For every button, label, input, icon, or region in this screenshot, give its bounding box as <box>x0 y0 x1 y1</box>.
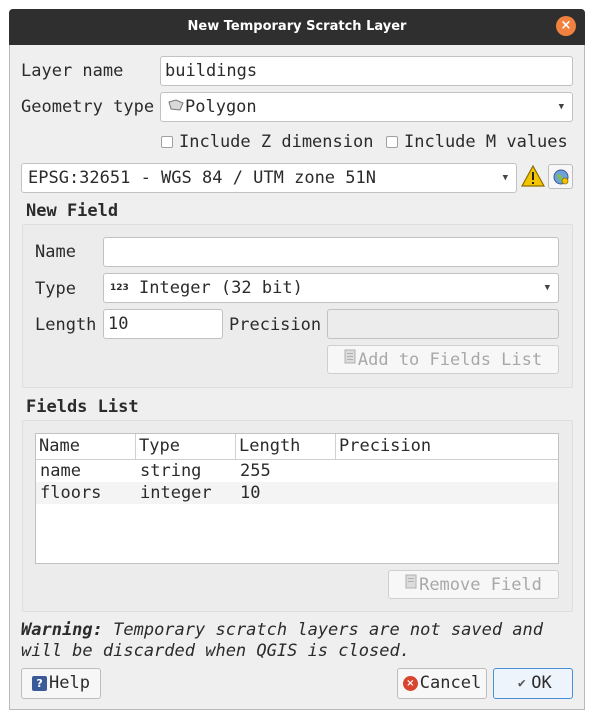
field-type-value: Integer (32 bit) <box>139 278 303 298</box>
dialog-title: New Temporary Scratch Layer <box>9 9 585 45</box>
polygon-icon <box>167 93 185 121</box>
include-z-checkbox[interactable] <box>161 136 173 148</box>
warning-bold: Warning: <box>21 620 103 640</box>
include-m-label: Include M values <box>404 132 568 152</box>
help-button[interactable]: ? Help <box>21 668 101 699</box>
geometry-type-combo[interactable]: Polygon ▼ <box>160 92 573 122</box>
close-button[interactable]: × <box>556 16 576 36</box>
field-precision-label: Precision <box>229 315 322 335</box>
ok-button[interactable]: ✔ OK <box>493 668 573 699</box>
layer-name-input[interactable]: buildings <box>160 56 573 86</box>
column-header-precision[interactable]: Precision <box>336 434 558 460</box>
add-field-icon <box>344 346 358 374</box>
ok-label: OK <box>531 673 552 693</box>
warning-message: Warning: Temporary scratch layers are no… <box>21 620 581 662</box>
layer-name-label: Layer name <box>21 61 124 81</box>
field-name-label: Name <box>35 242 76 262</box>
table-cell: 10 <box>240 483 261 503</box>
field-name-input[interactable] <box>103 237 559 267</box>
crs-combo[interactable]: EPSG:32651 - WGS 84 / UTM zone 51N ▼ <box>21 163 517 193</box>
column-header-length[interactable]: Length <box>236 434 336 460</box>
table-cell: name <box>40 461 81 481</box>
fields-table: Name Type Length Precision name string 2… <box>35 433 559 564</box>
help-icon: ? <box>32 675 48 691</box>
new-field-title: New Field <box>26 201 119 221</box>
fields-list-title: Fields List <box>26 397 139 417</box>
table-cell: integer <box>140 483 212 503</box>
table-cell: string <box>140 461 202 481</box>
field-type-combo[interactable]: 123 Integer (32 bit) ▼ <box>103 273 559 303</box>
chevron-down-icon: ▼ <box>558 102 564 112</box>
include-z-label: Include Z dimension <box>179 132 374 152</box>
integer-type-icon: 123 <box>110 283 129 293</box>
warning-text-line2: will be discarded when QGIS is closed. <box>21 641 410 661</box>
cancel-icon: × <box>402 675 418 691</box>
field-length-label: Length <box>35 315 97 335</box>
remove-field-button[interactable]: Remove Field <box>388 570 559 599</box>
add-to-fields-label: Add to Fields List <box>357 350 543 370</box>
column-header-type[interactable]: Type <box>136 434 236 460</box>
crs-select-button[interactable] <box>548 164 573 189</box>
table-row[interactable]: name string 255 <box>36 460 558 482</box>
warning-icon <box>520 164 546 193</box>
globe-icon <box>553 169 568 185</box>
table-row[interactable]: floors integer 10 <box>36 482 558 504</box>
include-m-checkbox[interactable] <box>386 136 398 148</box>
ok-check-icon: ✔ <box>517 675 526 691</box>
geometry-type-value: Polygon <box>185 97 257 117</box>
table-cell: floors <box>40 483 102 503</box>
warning-text-line1: Temporary scratch layers are not saved a… <box>102 620 543 640</box>
chevron-down-icon: ▼ <box>544 283 550 293</box>
cancel-button[interactable]: × Cancel <box>397 668 487 699</box>
field-precision-input[interactable] <box>327 309 559 339</box>
add-to-fields-button[interactable]: Add to Fields List <box>327 345 559 374</box>
field-length-input[interactable]: 10 <box>103 309 223 339</box>
column-header-name[interactable]: Name <box>36 434 136 460</box>
remove-field-icon <box>405 571 419 599</box>
field-type-label: Type <box>35 279 76 299</box>
geometry-type-label: Geometry type <box>21 97 155 117</box>
cancel-label: Cancel <box>419 673 482 693</box>
crs-value: EPSG:32651 - WGS 84 / UTM zone 51N <box>28 168 376 188</box>
remove-field-label: Remove Field <box>419 575 542 595</box>
chevron-down-icon: ▼ <box>502 173 508 183</box>
table-cell: 255 <box>240 461 271 481</box>
help-label: Help <box>49 673 90 693</box>
